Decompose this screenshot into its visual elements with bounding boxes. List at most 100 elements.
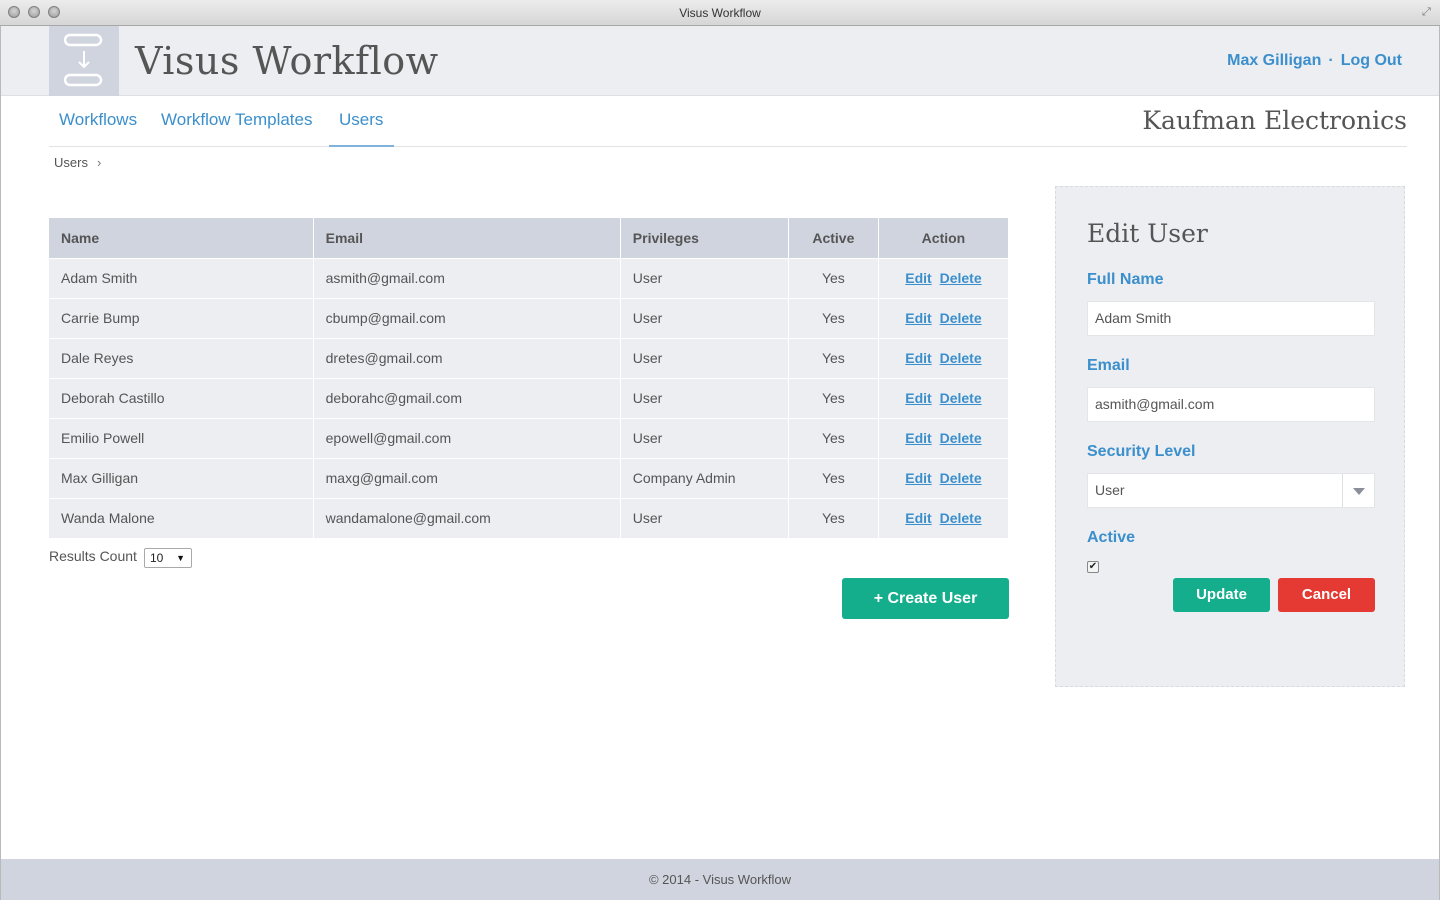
delete-link[interactable]: Delete — [940, 270, 982, 286]
users-table: Name Email Privileges Active Action Adam… — [49, 218, 1010, 538]
tab-users[interactable]: Users — [339, 110, 383, 130]
cell-privileges: User — [620, 417, 789, 458]
full-name-field[interactable]: Adam Smith — [1087, 301, 1375, 336]
results-count-value: 10 — [150, 551, 164, 565]
delete-link[interactable]: Delete — [940, 350, 982, 366]
full-name-label: Full Name — [1087, 271, 1164, 288]
cell-actions: Edit Delete — [878, 337, 1010, 378]
user-name-link[interactable]: Max Gilligan — [1227, 52, 1321, 69]
breadcrumb: Users › — [54, 155, 101, 170]
cell-privileges: User — [620, 297, 789, 338]
cell-active: Yes — [788, 337, 879, 378]
app-name: Visus Workflow — [135, 39, 439, 83]
delete-link[interactable]: Delete — [940, 430, 982, 446]
column-header-action: Action — [878, 218, 1010, 258]
cell-name: Max Gilligan — [49, 457, 314, 498]
edit-link[interactable]: Edit — [905, 430, 931, 446]
cell-email: deborahc@gmail.com — [313, 377, 621, 418]
cell-actions: Edit Delete — [878, 497, 1010, 538]
tab-workflows[interactable]: Workflows — [59, 110, 137, 130]
app-header: Visus Workflow Max Gilligan · Log Out — [1, 26, 1439, 96]
table-row[interactable]: Carrie Bump cbump@gmail.com User Yes Edit De… — [49, 297, 1010, 338]
cell-privileges: User — [620, 497, 789, 538]
window-title: Visus Workflow — [679, 6, 761, 20]
cell-name: Carrie Bump — [49, 297, 314, 338]
company-name: Kaufman Electronics — [1142, 106, 1407, 135]
cell-email: asmith@gmail.com — [313, 257, 621, 298]
edit-link[interactable]: Edit — [905, 350, 931, 366]
column-header-name[interactable]: Name — [49, 218, 314, 258]
workflow-logo-icon[interactable] — [49, 26, 119, 96]
delete-link[interactable]: Delete — [940, 510, 982, 526]
cell-name: Emilio Powell — [49, 417, 314, 458]
edit-user-title: Edit User — [1087, 219, 1208, 248]
table-header-row: Name Email Privileges Active Action — [49, 218, 1010, 258]
cell-email: wandamalone@gmail.com — [313, 497, 621, 538]
column-header-email[interactable]: Email — [313, 218, 621, 258]
cell-active: Yes — [788, 297, 879, 338]
full-name-value: Adam Smith — [1095, 310, 1172, 326]
select-divider — [1342, 474, 1343, 507]
cell-active: Yes — [788, 257, 879, 298]
update-button[interactable]: Update — [1173, 578, 1270, 612]
security-level-label: Security Level — [1087, 443, 1196, 460]
delete-link[interactable]: Delete — [940, 390, 982, 406]
cell-email: maxg@gmail.com — [313, 457, 621, 498]
email-label: Email — [1087, 357, 1130, 374]
security-level-select[interactable]: User — [1087, 473, 1375, 508]
active-checkbox[interactable]: ✔ — [1087, 561, 1099, 573]
select-arrow-icon: ▼ — [176, 553, 185, 563]
user-links-separator: · — [1328, 52, 1334, 69]
column-header-active[interactable]: Active — [788, 218, 879, 258]
footer-text: © 2014 - Visus Workflow — [648, 872, 792, 887]
cell-active: Yes — [788, 377, 879, 418]
cell-active: Yes — [788, 417, 879, 458]
delete-link[interactable]: Delete — [940, 470, 982, 486]
cell-email: dretes@gmail.com — [313, 337, 621, 378]
edit-link[interactable]: Edit — [905, 510, 931, 526]
table-row[interactable]: Max Gilligan maxg@gmail.com Company Admin Y… — [49, 457, 1010, 498]
caret-down-icon[interactable] — [1353, 488, 1365, 495]
cell-name: Wanda Malone — [49, 497, 314, 538]
fullscreen-icon[interactable]: ⤢ — [1422, 6, 1434, 18]
column-header-privileges[interactable]: Privileges — [620, 218, 789, 258]
edit-link[interactable]: Edit — [905, 470, 931, 486]
cell-email: epowell@gmail.com — [313, 417, 621, 458]
window-titlebar: Visus Workflow ⤢ — [0, 0, 1440, 26]
edit-link[interactable]: Edit — [905, 310, 931, 326]
active-label: Active — [1087, 529, 1136, 546]
email-field[interactable]: asmith@gmail.com — [1087, 387, 1375, 422]
cell-privileges: User — [620, 377, 789, 418]
cell-active: Yes — [788, 497, 879, 538]
table-row[interactable]: Dale Reyes dretes@gmail.com User Yes Edit De… — [49, 337, 1010, 378]
cell-privileges: Company Admin — [620, 457, 789, 498]
cell-actions: Edit Delete — [878, 417, 1010, 458]
delete-link[interactable]: Delete — [940, 310, 982, 326]
edit-link[interactable]: Edit — [905, 390, 931, 406]
logout-link[interactable]: Log Out — [1341, 52, 1402, 69]
cell-active: Yes — [788, 457, 879, 498]
table-row[interactable]: Wanda Malone wandamalone@gmail.com User Yes… — [49, 497, 1010, 538]
cell-privileges: User — [620, 257, 789, 298]
checkmark-icon: ✔ — [1088, 561, 1098, 572]
table-row[interactable]: Emilio Powell epowell@gmail.com User Yes Edi… — [49, 417, 1010, 458]
main-nav: Workflows Workflow Templates Users Kaufm… — [49, 96, 1407, 147]
edit-user-panel: Edit User Full Name Adam Smith Email asm… — [1055, 186, 1405, 687]
logo-glyph — [64, 33, 103, 87]
table-body: Adam Smith asmith@gmail.com User Yes Edit De… — [49, 257, 1010, 538]
tab-workflow-templates[interactable]: Workflow Templates — [161, 110, 312, 130]
security-level-value: User — [1095, 482, 1125, 498]
results-count-select[interactable]: 10 ▼ — [144, 548, 192, 568]
table-row[interactable]: Deborah Castillo deborahc@gmail.com User Ye… — [49, 377, 1010, 418]
page-footer: © 2014 - Visus Workflow — [1, 859, 1439, 900]
table-row[interactable]: Adam Smith asmith@gmail.com User Yes Edit De… — [49, 257, 1010, 298]
create-user-button[interactable]: + Create User — [842, 578, 1009, 619]
cell-name: Adam Smith — [49, 257, 314, 298]
edit-link[interactable]: Edit — [905, 270, 931, 286]
chevron-right-icon: › — [96, 155, 102, 170]
cancel-button[interactable]: Cancel — [1278, 578, 1375, 612]
cell-privileges: User — [620, 337, 789, 378]
cell-email: cbump@gmail.com — [313, 297, 621, 338]
cell-name: Deborah Castillo — [49, 377, 314, 418]
breadcrumb-item-users[interactable]: Users — [54, 155, 88, 170]
